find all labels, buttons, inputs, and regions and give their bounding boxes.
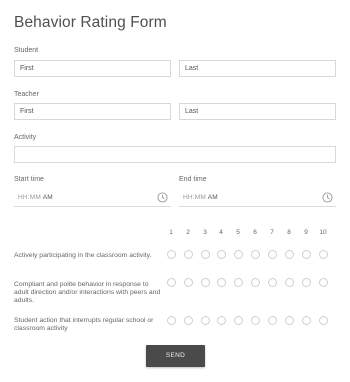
rating-radio[interactable] <box>200 278 210 287</box>
rating-radio[interactable] <box>284 250 294 259</box>
start-time-input[interactable]: HH:MM AM <box>14 189 171 207</box>
rating-radio[interactable] <box>216 250 226 259</box>
start-time-ampm: AM <box>42 194 53 201</box>
rating-radio[interactable] <box>318 316 328 325</box>
scale-number: 4 <box>219 229 223 236</box>
scale-number: 8 <box>287 229 291 236</box>
end-time-input[interactable]: HH:MM AM <box>179 189 336 207</box>
rating-radio[interactable] <box>267 316 277 325</box>
rating-radio[interactable] <box>318 278 328 287</box>
rating-radio[interactable] <box>183 278 193 287</box>
rating-radio[interactable] <box>233 278 243 287</box>
scale-number: 1 <box>169 229 173 236</box>
rating-radio[interactable] <box>233 250 243 259</box>
rating-radio[interactable] <box>250 250 260 259</box>
end-time-ampm: AM <box>207 194 218 201</box>
form-title: Behavior Rating Form <box>14 14 167 31</box>
student-last-input[interactable]: Last <box>179 60 336 77</box>
rating-radio[interactable] <box>267 278 277 287</box>
scale-number: 6 <box>253 229 257 236</box>
scale-number: 5 <box>236 229 240 236</box>
rating-radio[interactable] <box>301 278 311 287</box>
rating-radio[interactable] <box>250 316 260 325</box>
clock-icon[interactable] <box>322 192 333 203</box>
rating-radio[interactable] <box>301 316 311 325</box>
activity-label: Activity <box>14 134 37 141</box>
scale-number: 3 <box>203 229 207 236</box>
question-2-label: Compliant and polite behavior in respons… <box>14 281 161 304</box>
rating-radio[interactable] <box>250 278 260 287</box>
scale-number: 7 <box>270 229 274 236</box>
scale-number: 10 <box>319 229 327 236</box>
end-time-label: End time <box>179 176 207 183</box>
clock-icon[interactable] <box>157 192 168 203</box>
start-time-label: Start time <box>14 176 44 183</box>
rating-radio[interactable] <box>166 250 176 259</box>
rating-radio[interactable] <box>183 250 193 259</box>
teacher-label: Teacher <box>14 91 39 98</box>
teacher-last-input[interactable]: Last <box>179 103 336 120</box>
rating-radio[interactable] <box>233 316 243 325</box>
rating-radio[interactable] <box>284 278 294 287</box>
rating-radio[interactable] <box>166 316 176 325</box>
rating-radio[interactable] <box>318 250 328 259</box>
rating-radio[interactable] <box>267 250 277 259</box>
rating-radio[interactable] <box>216 278 226 287</box>
student-label: Student <box>14 47 39 54</box>
rating-radio[interactable] <box>301 250 311 259</box>
student-first-input[interactable]: First <box>14 60 171 77</box>
scale-number: 9 <box>304 229 308 236</box>
question-3-label: Student action that interrupts regular s… <box>14 317 154 332</box>
scale-number: 2 <box>186 229 190 236</box>
rating-radio[interactable] <box>200 250 210 259</box>
rating-radio[interactable] <box>216 316 226 325</box>
rating-radio[interactable] <box>166 278 176 287</box>
activity-input[interactable] <box>14 146 336 163</box>
rating-radio[interactable] <box>284 316 294 325</box>
rating-radio[interactable] <box>200 316 210 325</box>
send-button[interactable]: SEND <box>146 345 205 367</box>
teacher-first-input[interactable]: First <box>14 103 171 120</box>
rating-radio[interactable] <box>183 316 193 325</box>
start-time-placeholder: HH:MM <box>18 194 42 201</box>
end-time-placeholder: HH:MM <box>183 194 207 201</box>
question-1-label: Actively participating in the classroom … <box>14 252 152 259</box>
